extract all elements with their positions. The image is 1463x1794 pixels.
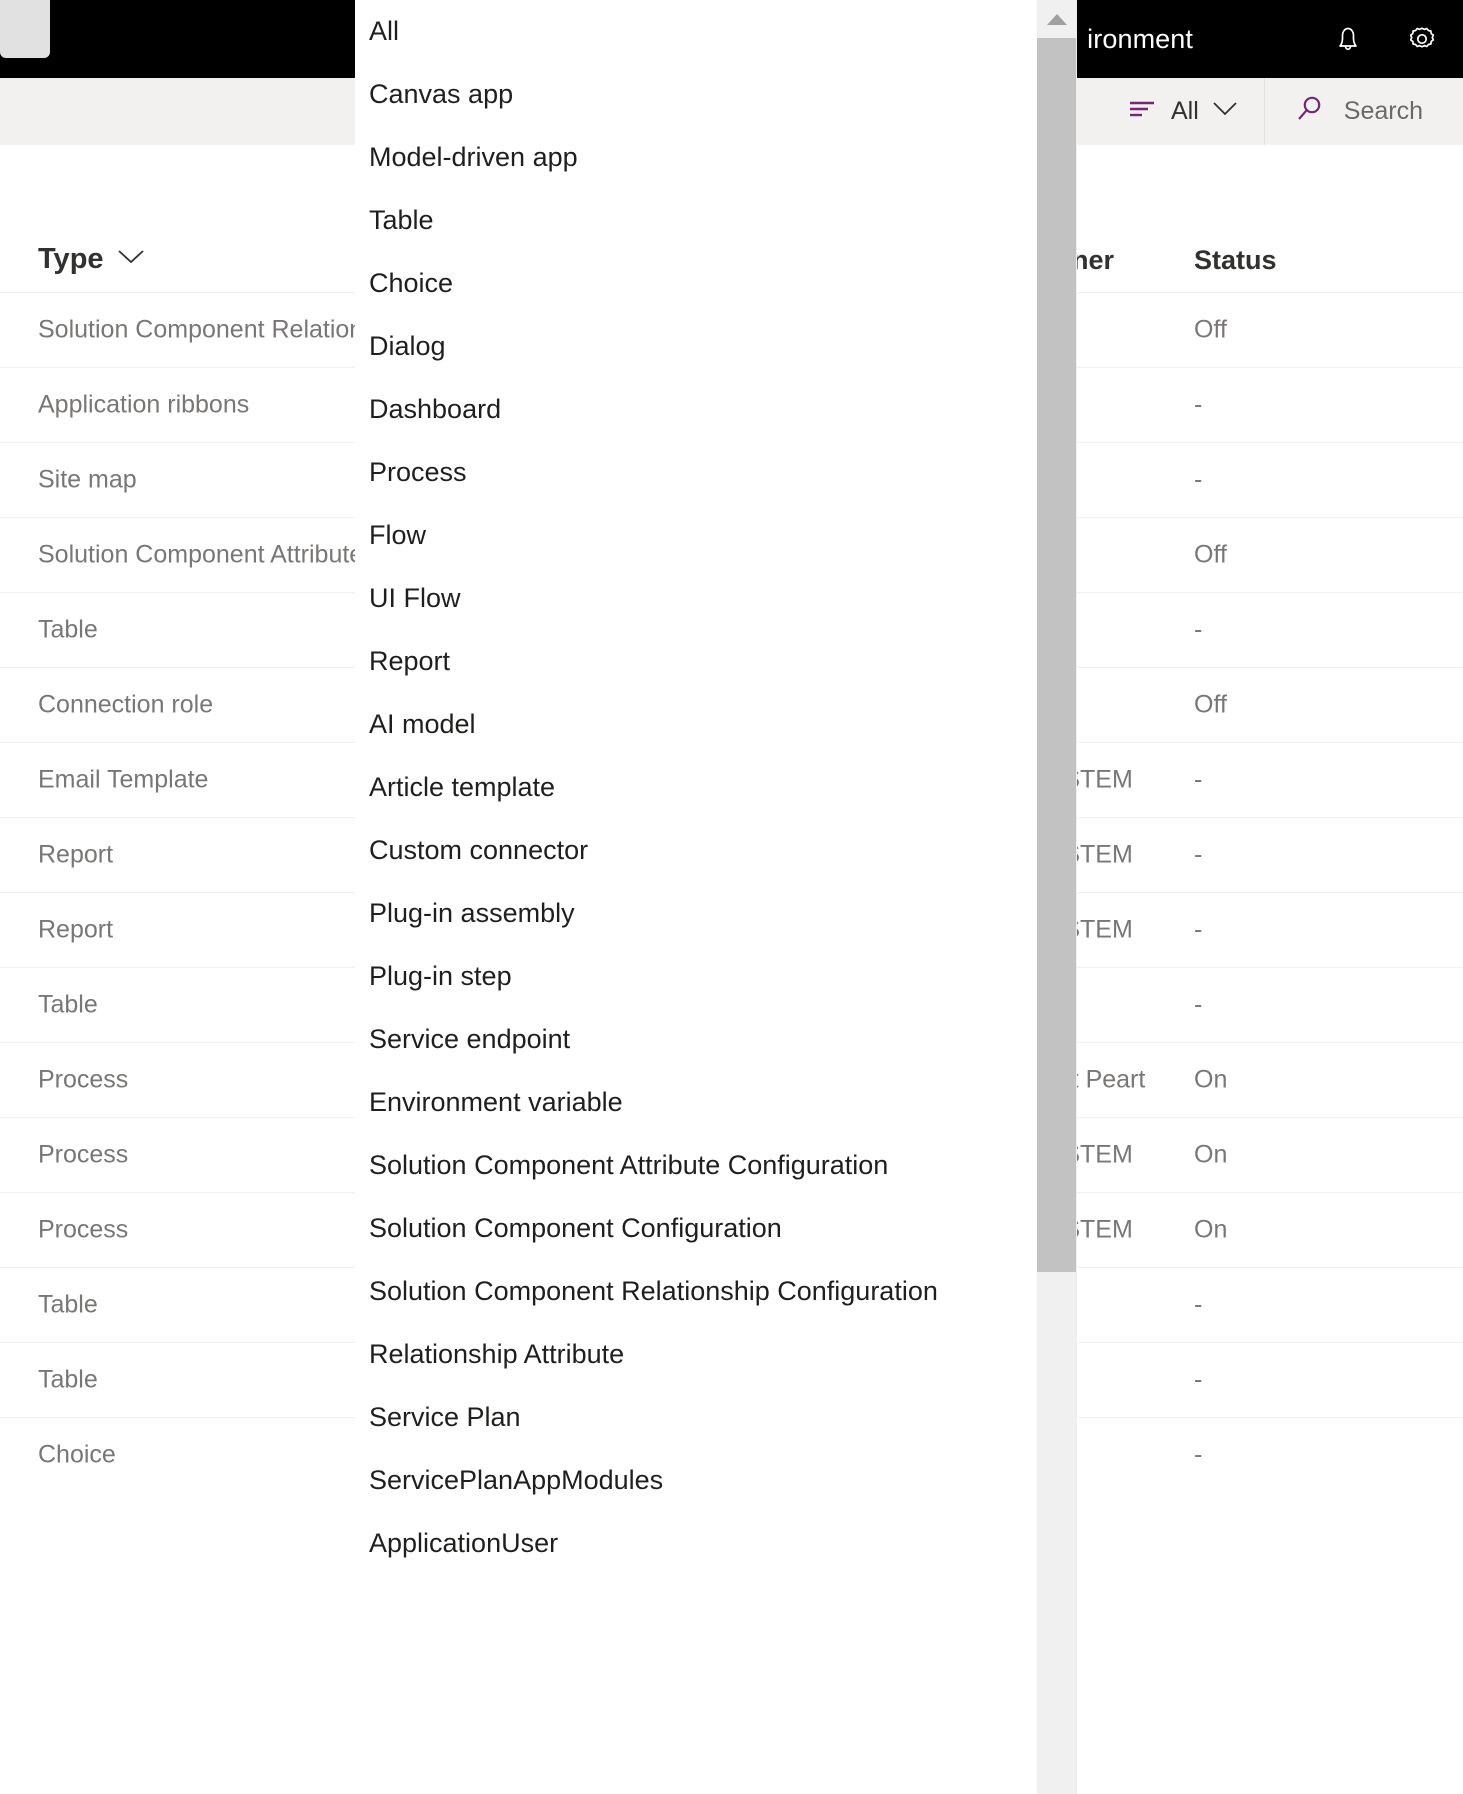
dropdown-option[interactable]: Report [355, 630, 1037, 693]
cell-status: - [1194, 391, 1202, 420]
dropdown-option[interactable]: Dashboard [355, 378, 1037, 441]
dropdown-option[interactable]: All [355, 0, 1037, 63]
cell-type: Report [38, 841, 113, 870]
dropdown-option[interactable]: Solution Component Configuration [355, 1197, 1037, 1260]
cell-type: Solution Component Attribute Co [38, 541, 402, 570]
dropdown-option[interactable]: UI Flow [355, 567, 1037, 630]
dropdown-option[interactable]: Environment variable [355, 1071, 1037, 1134]
cell-status: - [1194, 1366, 1202, 1395]
dropdown-option[interactable]: Article template [355, 756, 1037, 819]
chevron-down-icon [118, 249, 144, 270]
command-bar-right-group: All Search [1098, 78, 1463, 145]
cell-type: Connection role [38, 691, 213, 720]
dropdown-option[interactable]: Solution Component Relationship Configur… [355, 1260, 1037, 1323]
dropdown-option[interactable]: Canvas app [355, 63, 1037, 126]
environment-name-label: ironment [1087, 0, 1193, 78]
dropdown-option[interactable]: Service endpoint [355, 1008, 1037, 1071]
filter-lines-icon [1128, 97, 1158, 126]
cell-status: On [1194, 1216, 1227, 1245]
dropdown-option[interactable]: Flow [355, 504, 1037, 567]
dropdown-right-edge [1076, 0, 1077, 1794]
cell-type: Process [38, 1141, 128, 1170]
cell-type: Process [38, 1216, 128, 1245]
notification-bell-icon[interactable] [1331, 22, 1365, 56]
cell-status: - [1194, 991, 1202, 1020]
search-icon [1295, 94, 1325, 129]
cell-status: On [1194, 1066, 1227, 1095]
filter-all-label: All [1171, 97, 1199, 126]
cell-status: - [1194, 616, 1202, 645]
cell-type: Email Template [38, 766, 208, 795]
cell-type: Table [38, 1291, 98, 1320]
dropdown-option[interactable]: ApplicationUser [355, 1512, 1037, 1575]
scroll-up-arrow-icon[interactable] [1037, 0, 1076, 38]
dropdown-option[interactable]: Relationship Attribute [355, 1323, 1037, 1386]
dropdown-option[interactable]: Process [355, 441, 1037, 504]
cell-type: Solution Component Relationship [38, 316, 409, 345]
cell-status: On [1194, 1141, 1227, 1170]
search-input-placeholder: Search [1344, 97, 1423, 126]
column-header-status[interactable]: Status [1194, 245, 1277, 276]
dropdown-option[interactable]: Plug-in step [355, 945, 1037, 1008]
column-header-type-label: Type [38, 243, 104, 276]
filter-all-dropdown[interactable]: All [1098, 78, 1265, 145]
type-filter-dropdown-panel: AllCanvas appModel-driven appTableChoice… [355, 0, 1077, 1794]
app-header-icon-group [1331, 0, 1439, 78]
column-header-type[interactable]: Type [38, 243, 144, 276]
dropdown-scrollbar-track-lower [1037, 1272, 1076, 1794]
cell-type: Process [38, 1066, 128, 1095]
dropdown-option[interactable]: Service Plan [355, 1386, 1037, 1449]
dropdown-option[interactable]: Plug-in assembly [355, 882, 1037, 945]
cell-status: - [1194, 841, 1202, 870]
cell-status: - [1194, 466, 1202, 495]
cell-type: Table [38, 1366, 98, 1395]
settings-gear-icon[interactable] [1405, 22, 1439, 56]
dropdown-option[interactable]: AI model [355, 693, 1037, 756]
cell-type: Application ribbons [38, 391, 249, 420]
cell-status: - [1194, 766, 1202, 795]
cell-status: - [1194, 1441, 1202, 1470]
cell-type: Table [38, 616, 98, 645]
cell-type: Table [38, 991, 98, 1020]
dropdown-scrollbar[interactable] [1037, 0, 1076, 1272]
dropdown-option[interactable]: Solution Component Attribute Configurati… [355, 1134, 1037, 1197]
cell-status: - [1194, 916, 1202, 945]
cell-type: Choice [38, 1441, 116, 1470]
cell-type: Site map [38, 466, 137, 495]
dropdown-option[interactable]: ServicePlanAppModules [355, 1449, 1037, 1512]
dropdown-option[interactable]: Table [355, 189, 1037, 252]
type-filter-option-list: AllCanvas appModel-driven appTableChoice… [355, 0, 1037, 1794]
app-launcher-waffle-icon[interactable] [0, 0, 50, 58]
dropdown-scrollbar-thumb[interactable] [1037, 38, 1076, 1272]
search-box[interactable]: Search [1265, 78, 1463, 145]
dropdown-option[interactable]: Custom connector [355, 819, 1037, 882]
chevron-down-icon [1212, 101, 1238, 122]
cell-status: - [1194, 1291, 1202, 1320]
dropdown-option[interactable]: Dialog [355, 315, 1037, 378]
cell-status: Off [1194, 316, 1227, 345]
cell-status: Off [1194, 541, 1227, 570]
cell-status: Off [1194, 691, 1227, 720]
dropdown-option[interactable]: Choice [355, 252, 1037, 315]
dropdown-option[interactable]: Model-driven app [355, 126, 1037, 189]
cell-type: Report [38, 916, 113, 945]
